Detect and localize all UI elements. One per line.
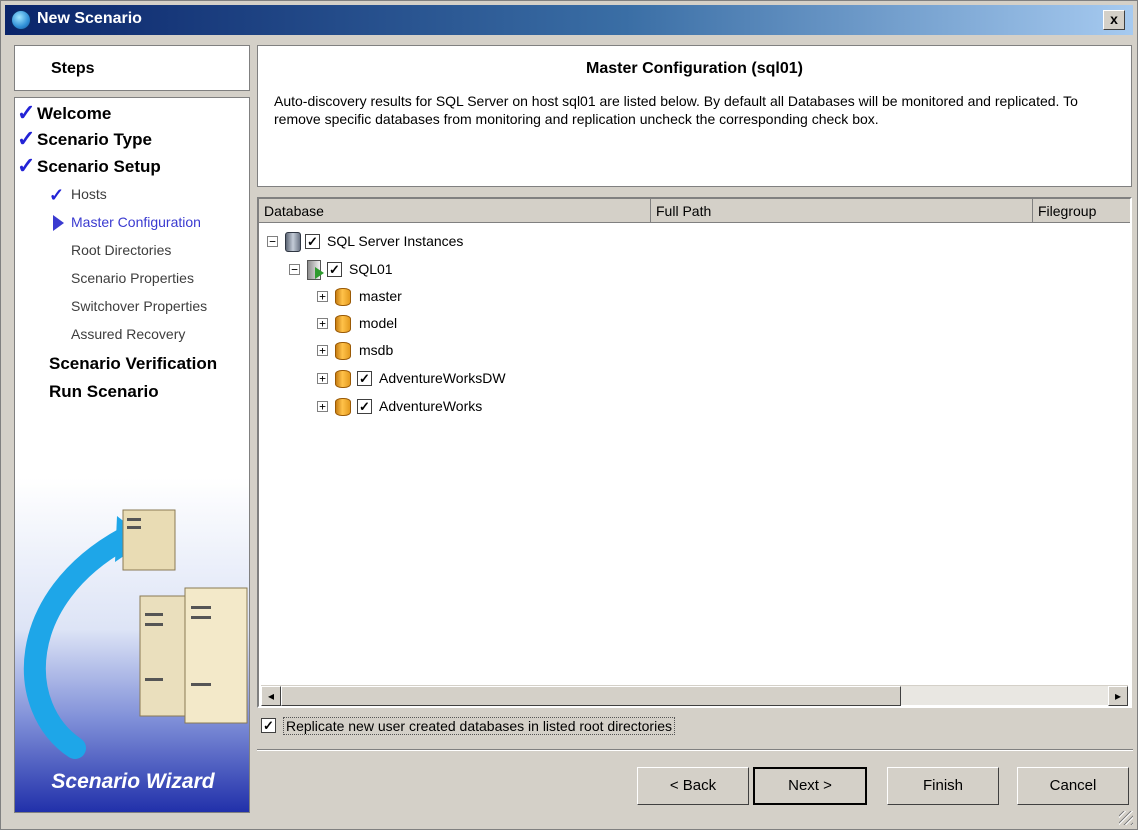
database-tree-grid[interactable]: Database Full Path Filegroup − ✓ SQL Ser…	[257, 197, 1132, 708]
expand-icon[interactable]: +	[317, 373, 328, 384]
wizard-title: Scenario Wizard	[51, 770, 215, 793]
page-description: Auto-discovery results for SQL Server on…	[274, 93, 1078, 127]
horizontal-scrollbar[interactable]: ◂ ▸	[261, 685, 1128, 706]
tree-node-label: msdb	[359, 342, 394, 358]
database-icon	[335, 398, 351, 416]
tree-node-label: SQL Server Instances	[327, 233, 464, 249]
step-complete-check-icon: ✓	[17, 100, 36, 125]
expand-icon[interactable]: +	[317, 345, 328, 356]
server-replication-icon	[23, 509, 248, 759]
expand-icon[interactable]: +	[317, 291, 328, 302]
steps-panel: ✓ Welcome ✓ Scenario Type ✓ Scenario Set…	[14, 97, 250, 813]
title-bar[interactable]: New Scenario x	[5, 5, 1133, 35]
step-label: Root Directories	[71, 242, 172, 258]
expand-icon[interactable]: +	[317, 401, 328, 412]
running-play-icon	[315, 267, 324, 279]
steps-header-label: Steps	[51, 60, 95, 77]
tree-node-label: SQL01	[349, 261, 393, 277]
step-label: Scenario Verification	[49, 354, 218, 373]
back-button[interactable]: < Back	[637, 767, 749, 805]
step-label: Hosts	[71, 186, 107, 202]
wizard-graphic: Scenario Wizard	[15, 478, 249, 812]
database-icon	[335, 342, 351, 360]
resize-grip-icon[interactable]	[1119, 811, 1133, 825]
scrollbar-thumb[interactable]	[281, 686, 901, 706]
app-globe-icon	[11, 10, 31, 30]
step-label: Scenario Properties	[71, 270, 194, 286]
step-label: Master Configuration	[71, 214, 201, 230]
step-complete-check-icon: ✓	[49, 185, 65, 205]
database-icon	[335, 288, 351, 306]
column-header-database[interactable]: Database	[259, 199, 651, 223]
tree-node-label: master	[359, 288, 402, 304]
new-scenario-window: New Scenario x Steps ✓ Welcome ✓ Scenari…	[0, 0, 1138, 830]
tree-node-label: model	[359, 315, 398, 331]
replicate-label[interactable]: Replicate new user created databases in …	[283, 717, 675, 735]
next-button[interactable]: Next >	[753, 767, 867, 805]
tree-node-label: AdventureWorksDW	[379, 370, 506, 386]
scroll-left-button[interactable]: ◂	[261, 686, 281, 706]
database-icon	[335, 315, 351, 333]
page-title: Master Configuration (sql01)	[586, 60, 803, 77]
steps-header: Steps	[14, 45, 250, 91]
step-complete-check-icon: ✓	[17, 153, 36, 178]
button-separator	[257, 749, 1133, 751]
step-label: Scenario Setup	[37, 157, 161, 176]
finish-button[interactable]: Finish	[887, 767, 999, 805]
sql-instances-icon	[285, 232, 301, 252]
configuration-header: Master Configuration (sql01) Auto-discov…	[257, 45, 1132, 187]
collapse-icon[interactable]: −	[267, 236, 278, 247]
step-label: Switchover Properties	[71, 298, 208, 314]
tree-node-label: AdventureWorks	[379, 398, 483, 414]
scroll-right-button[interactable]: ▸	[1108, 686, 1128, 706]
current-step-arrow-icon	[53, 215, 64, 231]
step-label: Scenario Type	[37, 130, 152, 149]
step-label: Welcome	[37, 104, 112, 123]
expand-icon[interactable]: +	[317, 318, 328, 329]
step-label: Run Scenario	[49, 382, 159, 401]
column-header-filegroup[interactable]: Filegroup	[1033, 199, 1130, 223]
close-button[interactable]: x	[1103, 10, 1125, 30]
database-tree: − ✓ SQL Server Instances − ✓ SQL01 + mas…	[259, 225, 1130, 675]
cancel-button[interactable]: Cancel	[1017, 767, 1129, 805]
replicate-checkbox[interactable]: ✓	[261, 718, 276, 733]
step-complete-check-icon: ✓	[17, 126, 36, 151]
window-title: New Scenario	[37, 10, 142, 27]
collapse-icon[interactable]: −	[289, 264, 300, 275]
checkbox-adventureworksdw[interactable]: ✓	[357, 371, 372, 386]
step-label: Assured Recovery	[71, 326, 186, 342]
grid-header: Database Full Path Filegroup	[259, 199, 1130, 223]
checkbox-adventureworks[interactable]: ✓	[357, 399, 372, 414]
database-icon	[335, 370, 351, 388]
checkbox-sql01[interactable]: ✓	[327, 262, 342, 277]
column-header-full-path[interactable]: Full Path	[651, 199, 1033, 223]
checkbox-sql-server-instances[interactable]: ✓	[305, 234, 320, 249]
